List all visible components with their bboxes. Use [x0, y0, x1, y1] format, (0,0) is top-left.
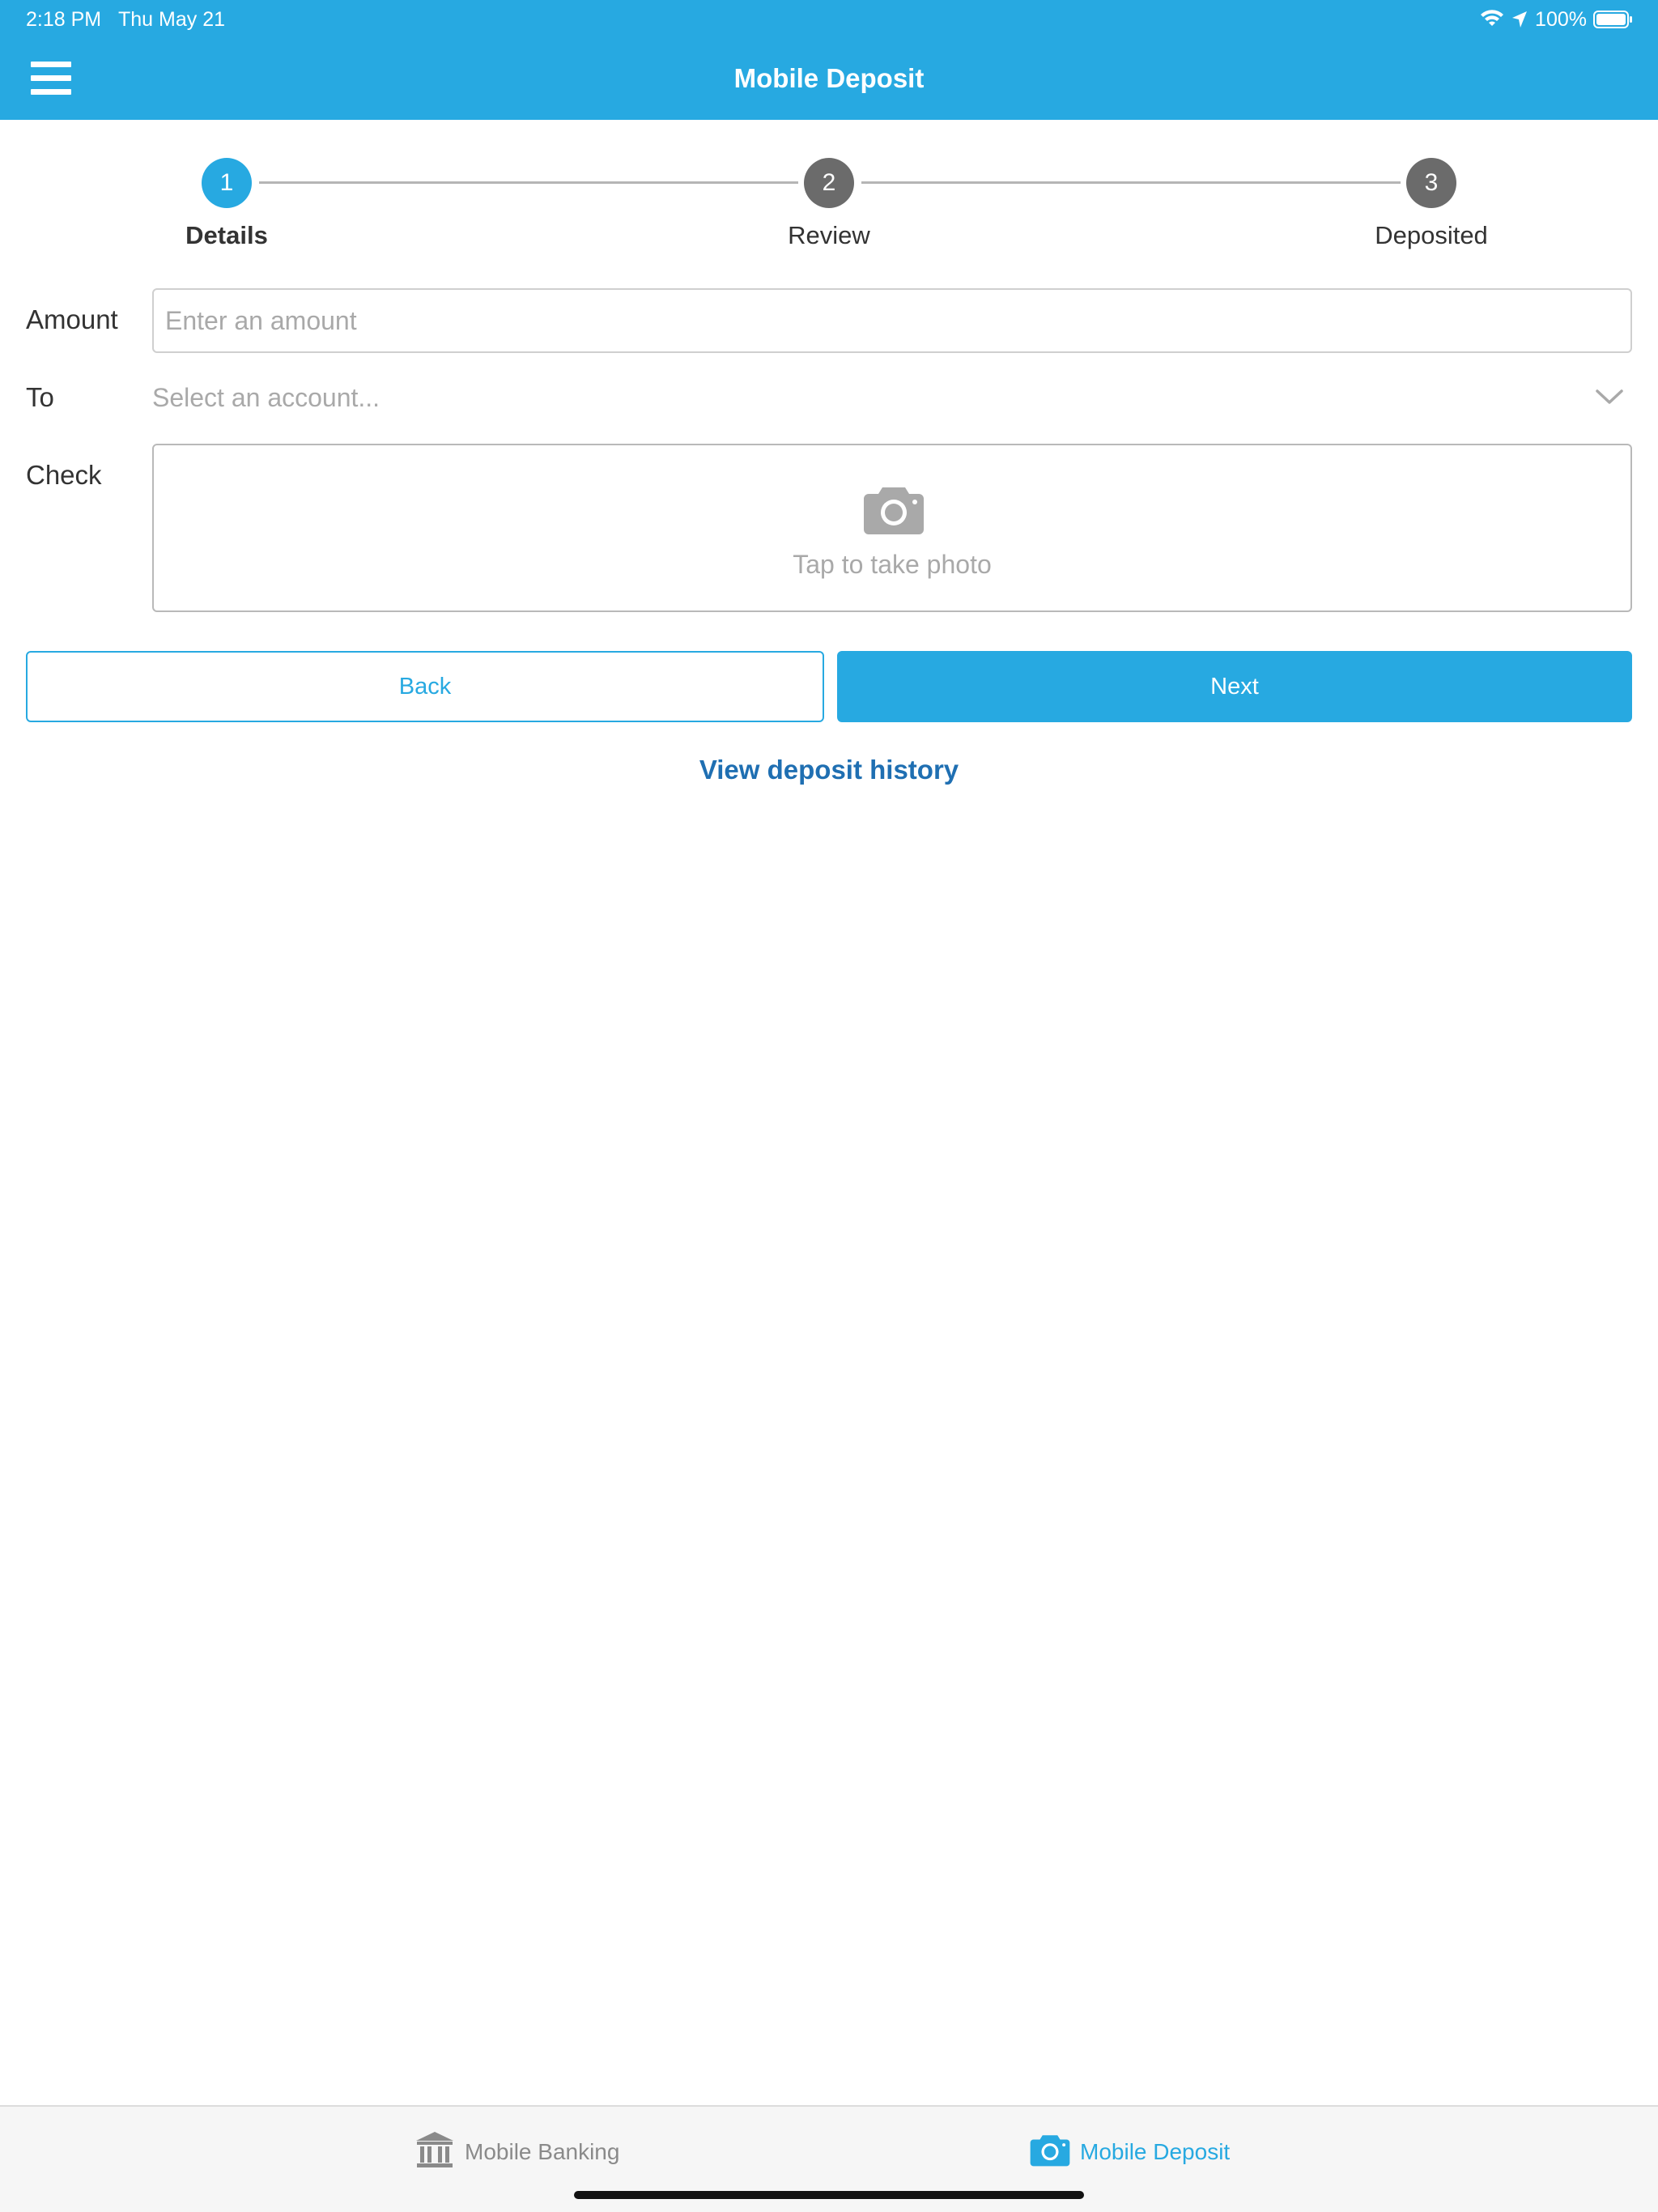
to-label: To — [26, 382, 54, 412]
battery-icon — [1593, 10, 1634, 29]
next-button[interactable]: Next — [837, 651, 1632, 722]
amount-label: Amount — [26, 304, 118, 334]
step-connector — [861, 181, 1401, 184]
page-title: Mobile Deposit — [733, 63, 925, 93]
step-3-circle: 3 — [1406, 158, 1456, 208]
amount-input[interactable] — [154, 290, 1630, 351]
tab-mobile-deposit-label: Mobile Deposit — [1080, 2139, 1231, 2164]
step-2-label: Review — [788, 221, 870, 249]
camera-icon — [1030, 2133, 1070, 2172]
status-time: 2:18 PM — [26, 8, 102, 31]
battery-percent: 100% — [1535, 7, 1587, 31]
app-header: 2:18 PM Thu May 21 100% Mobile Deposit — [0, 0, 1658, 120]
step-2-circle: 2 — [804, 158, 854, 208]
take-photo-prompt: Tap to take photo — [793, 550, 992, 579]
step-1-circle: 1 — [202, 158, 252, 208]
bank-icon — [414, 2130, 455, 2175]
check-photo-capture[interactable]: Tap to take photo — [152, 444, 1632, 612]
status-indicators: 100% — [1480, 6, 1634, 32]
camera-icon — [863, 484, 925, 538]
account-select-placeholder: Select an account... — [152, 383, 380, 412]
amount-field-container — [152, 288, 1632, 353]
step-1-label: Details — [185, 221, 268, 249]
tab-mobile-deposit[interactable]: Mobile Deposit — [1030, 2129, 1230, 2175]
tab-mobile-banking-label: Mobile Banking — [465, 2139, 620, 2164]
tab-mobile-banking[interactable]: Mobile Banking — [414, 2129, 619, 2175]
view-deposit-history-link[interactable]: View deposit history — [0, 751, 1658, 789]
wifi-icon — [1480, 10, 1504, 29]
location-arrow-icon — [1511, 10, 1528, 29]
step-3-label: Deposited — [1375, 221, 1488, 249]
step-connector — [259, 181, 798, 184]
home-indicator[interactable] — [574, 2191, 1084, 2199]
back-button[interactable]: Back — [26, 651, 824, 722]
chevron-down-icon — [1595, 387, 1624, 410]
check-label: Check — [26, 460, 102, 490]
status-date: Thu May 21 — [118, 8, 226, 31]
account-select[interactable]: Select an account... — [152, 377, 1632, 418]
